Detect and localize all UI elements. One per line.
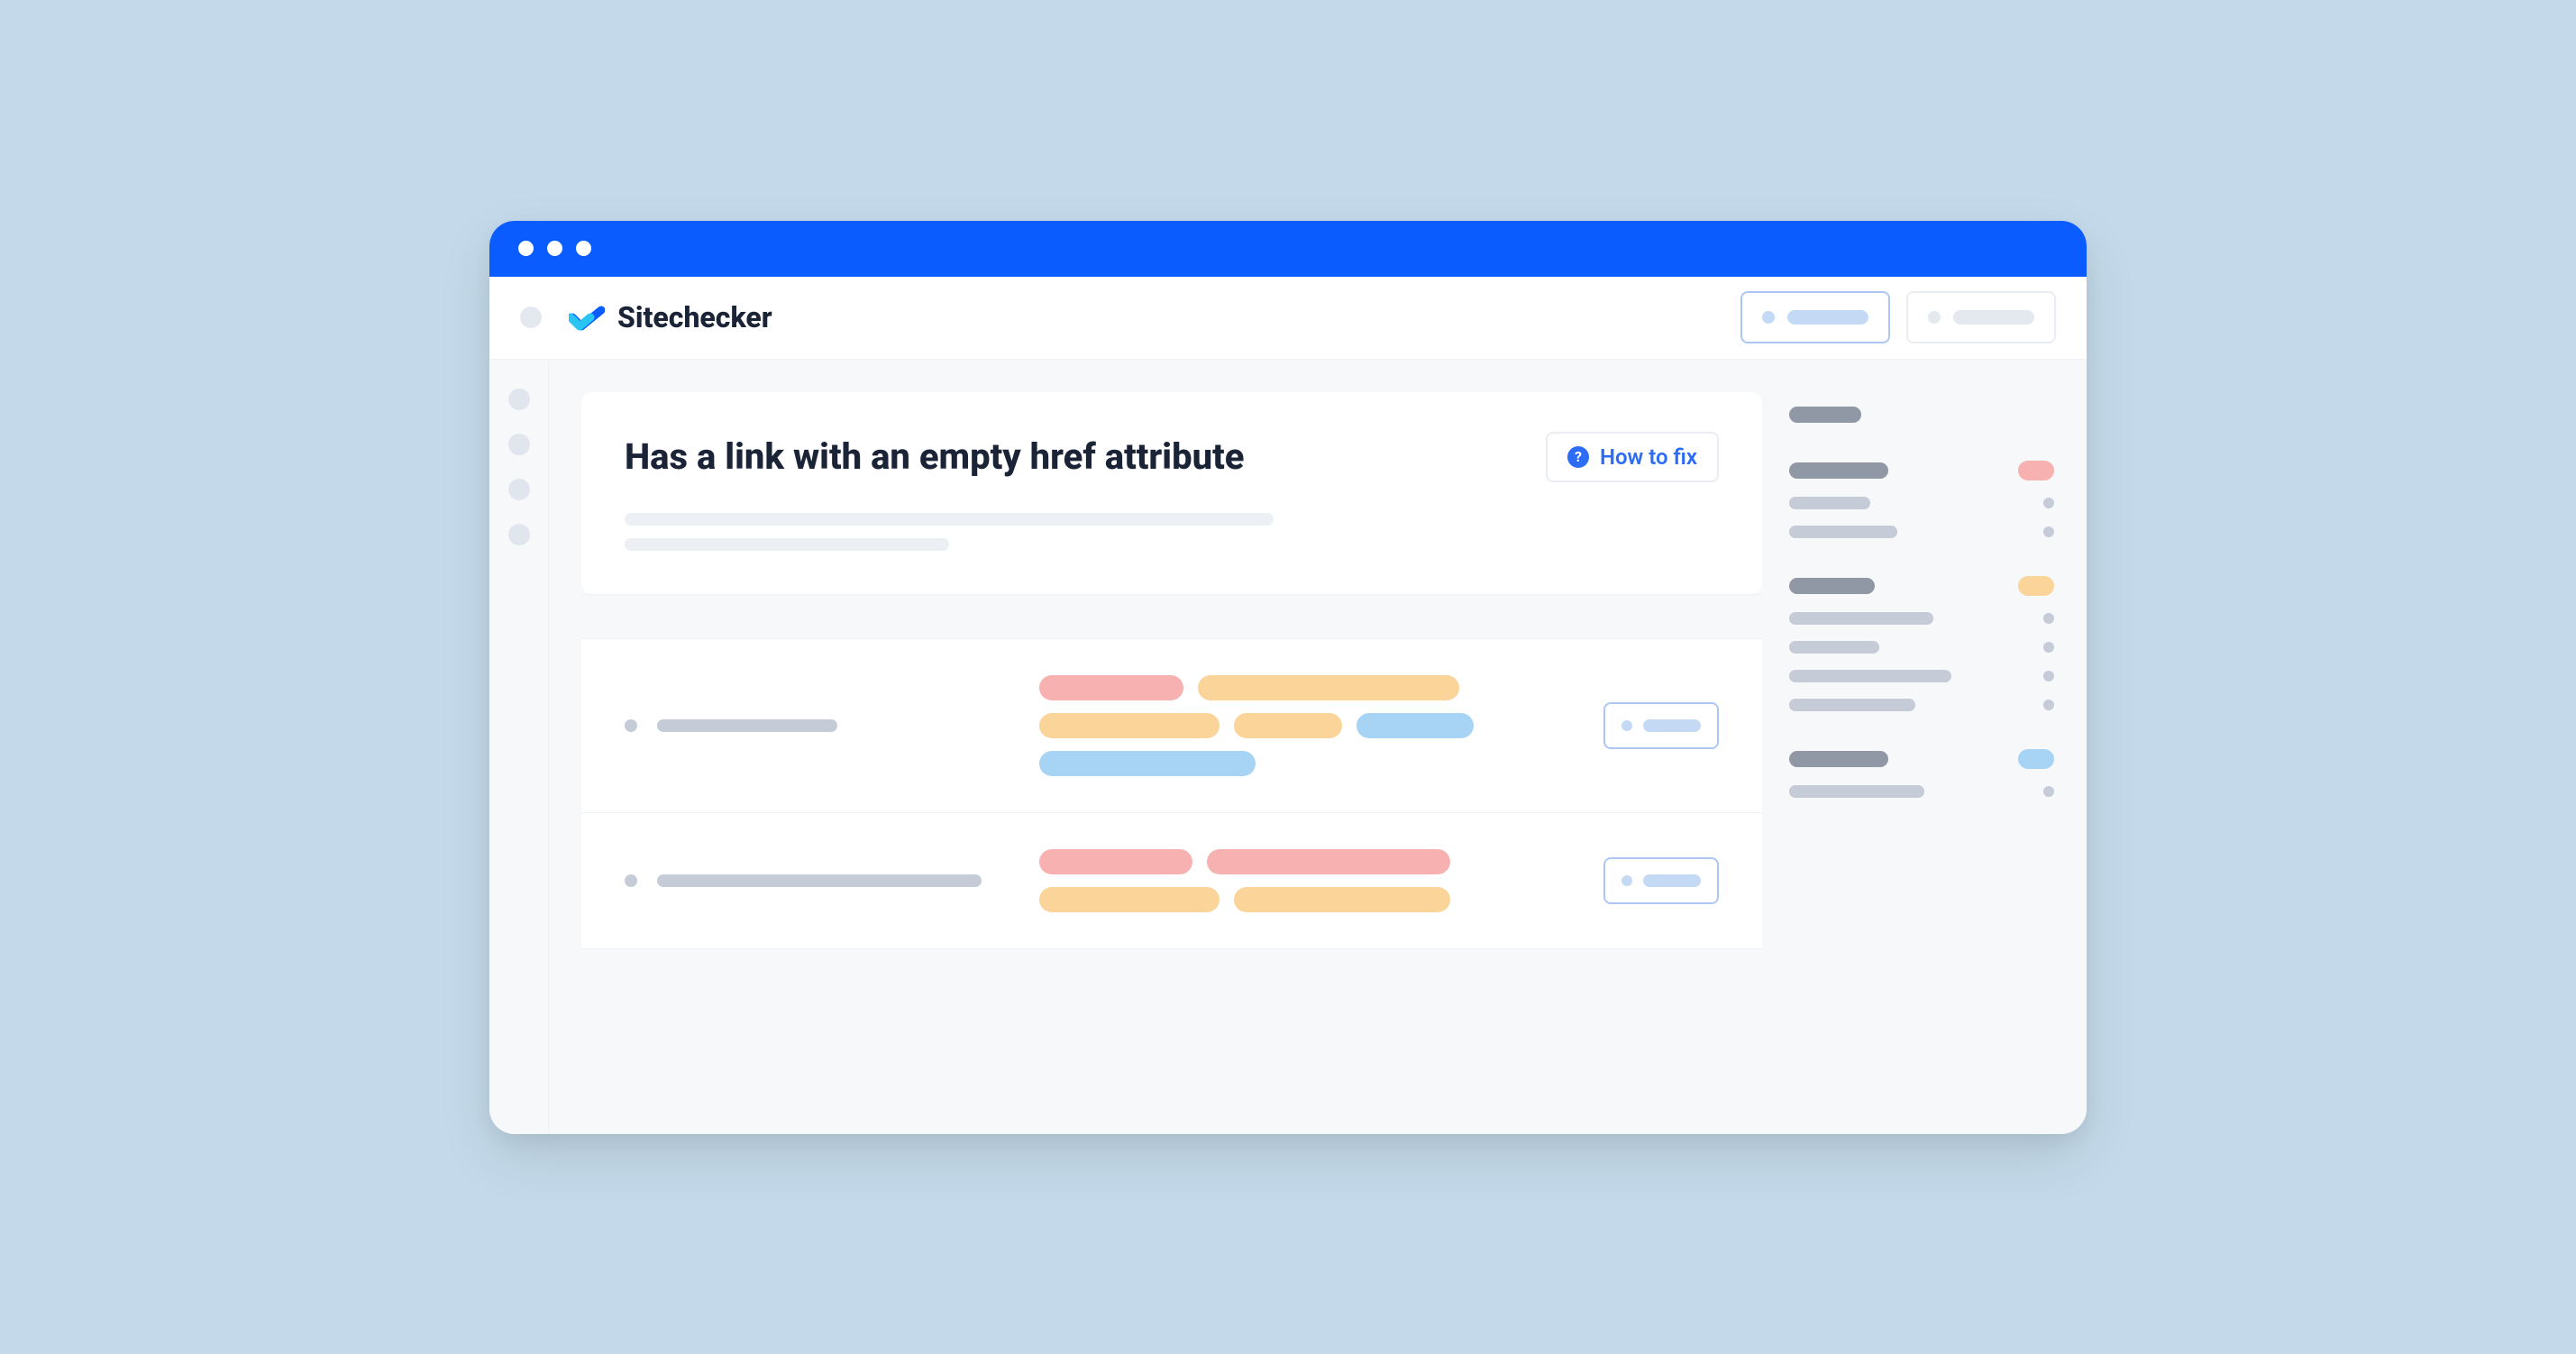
panel-heading-skeleton (1789, 462, 1888, 479)
app-layout: Has a link with an empty href attribute … (489, 360, 2087, 1134)
panel-skeleton (1789, 526, 1897, 538)
panel-skeleton (1789, 785, 1924, 798)
panel-dot (2043, 498, 2054, 508)
traffic-light-zoom[interactable] (576, 241, 591, 256)
placeholder-dot (1928, 311, 1941, 324)
tag-chip (1039, 675, 1183, 700)
panel-dot (2043, 700, 2054, 710)
sidebar-item[interactable] (508, 479, 530, 500)
panel-dot (2043, 642, 2054, 653)
row-status-dot (625, 874, 637, 887)
table-header-skeleton (581, 594, 1762, 639)
row-tags (1039, 675, 1566, 776)
panel-badge (2018, 461, 2054, 480)
row-url-skeleton (657, 719, 837, 732)
app-window: Sitechecker Has a link with an empty hre… (489, 221, 2087, 1134)
panel-dot (2043, 671, 2054, 682)
tag-chip (1234, 887, 1450, 912)
row-action-button[interactable] (1603, 857, 1719, 904)
panel-heading-skeleton (1789, 751, 1888, 767)
brand[interactable]: Sitechecker (569, 300, 772, 334)
header-action-secondary[interactable] (1906, 291, 2056, 343)
tag-chip (1039, 751, 1256, 776)
brand-name: Sitechecker (617, 300, 772, 334)
tag-chip (1234, 713, 1342, 738)
issue-description-skeleton (625, 513, 1719, 563)
panel-dot (2043, 786, 2054, 797)
tag-chip (1039, 849, 1192, 874)
tag-chip (1039, 887, 1219, 912)
panel-group (1789, 749, 2054, 798)
placeholder-bar (1643, 719, 1701, 732)
how-to-fix-button[interactable]: ? How to fix (1546, 432, 1719, 482)
app-header: Sitechecker (489, 277, 2087, 360)
panel-dot (2043, 613, 2054, 624)
traffic-light-close[interactable] (518, 241, 534, 256)
content-column: Has a link with an empty href attribute … (581, 392, 1762, 1134)
sidebar (489, 360, 549, 1134)
table-row (581, 639, 1762, 813)
panel-skeleton (1789, 670, 1951, 682)
panel-group (1789, 576, 2054, 711)
window-titlebar (489, 221, 2087, 277)
row-action-button[interactable] (1603, 702, 1719, 749)
header-action-primary[interactable] (1740, 291, 1890, 343)
issue-title: Has a link with an empty href attribute (625, 435, 1244, 478)
tag-chip (1357, 713, 1474, 738)
panel-group (1789, 461, 2054, 538)
avatar[interactable] (520, 306, 542, 328)
traffic-light-minimize[interactable] (547, 241, 562, 256)
tag-chip (1198, 675, 1459, 700)
right-panel (1789, 392, 2087, 1134)
panel-badge (2018, 576, 2054, 596)
row-tags (1039, 849, 1566, 912)
panel-skeleton (1789, 407, 1861, 423)
placeholder-dot (1621, 720, 1632, 731)
panel-skeleton (1789, 699, 1915, 711)
tag-chip (1039, 713, 1219, 738)
how-to-fix-label: How to fix (1600, 444, 1697, 470)
brand-logo-icon (569, 303, 605, 332)
placeholder-bar (1953, 310, 2034, 325)
table-row (581, 813, 1762, 949)
issue-card: Has a link with an empty href attribute … (581, 392, 1762, 594)
main-area: Has a link with an empty href attribute … (549, 360, 2087, 1134)
panel-skeleton (1789, 612, 1933, 625)
panel-badge (2018, 749, 2054, 769)
panel-group (1789, 407, 2054, 423)
panel-skeleton (1789, 641, 1879, 654)
panel-heading-skeleton (1789, 578, 1875, 594)
placeholder-bar (1643, 874, 1701, 887)
panel-dot (2043, 526, 2054, 537)
help-icon: ? (1567, 446, 1589, 468)
sidebar-item[interactable] (508, 389, 530, 410)
placeholder-dot (1621, 875, 1632, 886)
row-url-skeleton (657, 874, 982, 887)
sidebar-item[interactable] (508, 524, 530, 545)
sidebar-item[interactable] (508, 434, 530, 455)
placeholder-bar (1787, 310, 1868, 325)
row-status-dot (625, 719, 637, 732)
placeholder-dot (1762, 311, 1775, 324)
tag-chip (1207, 849, 1450, 874)
panel-skeleton (1789, 497, 1870, 509)
